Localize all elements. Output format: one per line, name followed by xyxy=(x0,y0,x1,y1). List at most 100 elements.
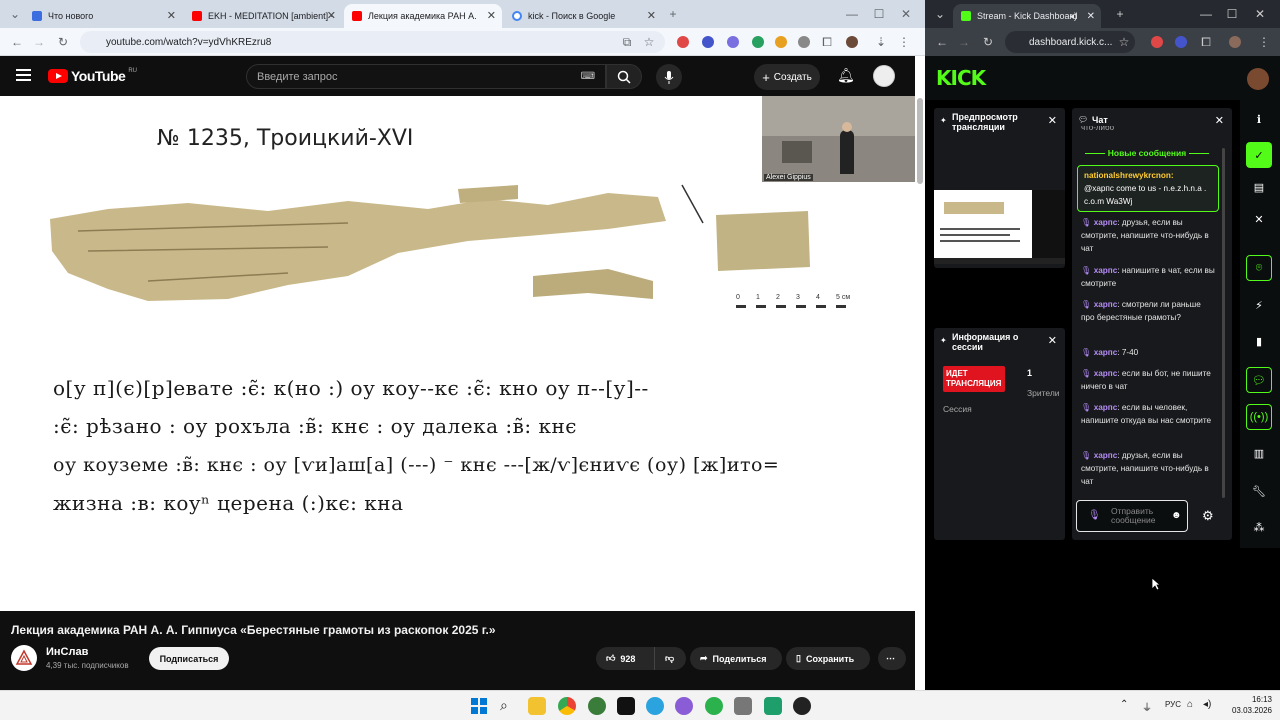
close-tab-icon[interactable]: ✕ xyxy=(327,9,336,22)
user-avatar[interactable] xyxy=(1247,68,1269,90)
bookmark-star-icon[interactable]: ☆ xyxy=(640,33,658,51)
lightning-icon[interactable]: ⚡︎ xyxy=(1246,292,1272,318)
chrome-menu-icon[interactable]: ⋮ xyxy=(895,33,913,51)
input-language[interactable]: РУС xyxy=(1165,700,1181,709)
layout-icon[interactable]: ▤ xyxy=(1246,174,1272,200)
hamburger-menu-icon[interactable] xyxy=(16,69,31,81)
chat-message[interactable]: 🎙︎ харпс: друзья, если вы смотрите, напи… xyxy=(1081,216,1216,255)
channel-name[interactable]: ИнСлав xyxy=(46,646,88,658)
back-icon[interactable]: ← xyxy=(8,33,26,51)
chat-message[interactable]: 🎙︎ харпс: если вы человек, напишите отку… xyxy=(1081,401,1216,427)
extension-icon[interactable] xyxy=(702,36,714,48)
chat-message-input[interactable]: 🎙︎ Отправить сообщение ☻ xyxy=(1076,500,1188,532)
chrome-icon[interactable] xyxy=(558,697,576,715)
back-icon[interactable]: ← xyxy=(933,33,951,51)
subscribe-button[interactable]: Подписаться xyxy=(149,647,229,670)
chat-username[interactable]: харпс xyxy=(1094,403,1118,412)
chat-username[interactable]: харпс xyxy=(1094,369,1118,378)
video-player[interactable]: № 1235, Троицкий-XVI 0 1 2 3 4 5 см о[у … xyxy=(0,96,915,611)
emoji-icon[interactable]: ☻ xyxy=(1171,510,1182,521)
document-icon[interactable]: ▮ xyxy=(1246,328,1272,354)
close-icon[interactable]: ✕ xyxy=(1246,206,1272,232)
chat-username[interactable]: nationalshrewykrcnon: xyxy=(1084,171,1174,180)
tab-whats-new[interactable]: Что нового ✕ xyxy=(24,4,182,28)
tab-lecture[interactable]: Лекция академика РАН А. ✕ xyxy=(344,4,502,28)
chat-message[interactable]: 🎙︎ харпс: смотрели ли раньше про берестя… xyxy=(1081,298,1216,324)
volume-icon[interactable]: ◂) xyxy=(1203,699,1211,710)
dislike-button[interactable]: 👎︎ xyxy=(654,647,686,670)
like-button[interactable]: 👍︎ 928 xyxy=(596,647,654,670)
telegram-icon[interactable] xyxy=(646,697,664,715)
more-actions-button[interactable]: ⋯ xyxy=(878,647,906,670)
chat-scrollbar[interactable] xyxy=(1222,148,1225,498)
close-panel-icon[interactable]: ✕ xyxy=(1215,114,1224,127)
close-window-icon[interactable]: ✕ xyxy=(1251,5,1269,23)
channel-avatar[interactable] xyxy=(11,645,37,671)
new-tab-icon[interactable]: + xyxy=(664,5,682,23)
reload-icon[interactable]: ↻ xyxy=(54,33,72,51)
account-avatar[interactable] xyxy=(873,65,895,87)
close-panel-icon[interactable]: ✕ xyxy=(1048,114,1057,127)
chat-message[interactable]: 🎙︎ харпс: напишите в чат, если вы смотри… xyxy=(1081,264,1216,290)
extensions-puzzle-icon[interactable]: ⧠ xyxy=(818,33,836,51)
stream-preview-thumbnail[interactable] xyxy=(934,190,1065,264)
extension-icon[interactable] xyxy=(727,36,739,48)
camera-focus-icon[interactable]: ⌾ xyxy=(1246,255,1272,281)
forward-icon[interactable]: → xyxy=(955,33,973,51)
kick-logo[interactable]: KICK xyxy=(936,66,986,90)
app-icon[interactable] xyxy=(705,697,723,715)
close-tab-icon[interactable]: ✕ xyxy=(167,9,176,22)
install-app-icon[interactable]: ⧉ xyxy=(618,33,636,51)
maximize-icon[interactable]: ☐ xyxy=(1223,5,1241,23)
chat-username[interactable]: харпс xyxy=(1094,218,1118,227)
close-window-icon[interactable]: ✕ xyxy=(897,5,915,23)
maximize-icon[interactable]: ☐ xyxy=(870,5,888,23)
youtube-logo[interactable]: YouTube RU xyxy=(48,68,137,84)
chat-username[interactable]: харпс xyxy=(1094,348,1118,357)
page-scrollbar[interactable] xyxy=(915,96,925,690)
keyboard-icon[interactable]: ⌨ xyxy=(581,71,595,82)
tab-kick-search[interactable]: kick - Поиск в Google ✕ xyxy=(504,4,662,28)
chat-username[interactable]: харпс xyxy=(1094,300,1118,309)
tab-kick-dashboard[interactable]: Stream - Kick Dashboard ◂) ✕ xyxy=(953,4,1101,28)
url-field[interactable]: youtube.com/watch?v=ydVhKREzru8 xyxy=(80,31,665,53)
chat-icon[interactable]: 💬︎ xyxy=(1246,367,1272,393)
broadcast-icon[interactable]: ((•)) xyxy=(1246,404,1272,430)
wrench-icon[interactable]: 🔧︎ xyxy=(1246,478,1272,504)
search-button[interactable] xyxy=(606,64,642,89)
network-icon[interactable]: ⌂ xyxy=(1187,699,1193,710)
chat-message[interactable]: 🎙︎ харпс: 7-40 xyxy=(1081,346,1216,359)
chat-message[interactable]: 🎙︎ харпс: друзья, если вы смотрите, напи… xyxy=(1081,449,1216,488)
chat-message[interactable]: 🎙︎ харпс: если вы бот, не пишите ничего … xyxy=(1081,367,1216,393)
chat-username[interactable]: харпс xyxy=(1094,451,1118,460)
close-tab-icon[interactable]: ✕ xyxy=(487,9,496,22)
profile-avatar[interactable] xyxy=(1229,36,1241,48)
tray-chevron-icon[interactable]: ⌃ xyxy=(1120,699,1128,710)
close-panel-icon[interactable]: ✕ xyxy=(1048,334,1057,347)
close-tab-icon[interactable]: ✕ xyxy=(1087,11,1095,22)
audio-playing-icon[interactable]: ◂) xyxy=(1069,11,1077,22)
check-icon[interactable]: ✓ xyxy=(1246,142,1272,168)
profile-avatar[interactable] xyxy=(846,36,858,48)
search-input[interactable]: Введите запрос ⌨ xyxy=(246,64,606,89)
file-explorer-icon[interactable] xyxy=(528,697,546,715)
create-button[interactable]: + Создать xyxy=(754,64,820,90)
chat-settings-gear-icon[interactable]: ⚙ xyxy=(1202,508,1214,524)
tab-search-icon[interactable]: ⌄ xyxy=(931,5,949,23)
chat-username[interactable]: харпс xyxy=(1094,266,1118,275)
app-icon[interactable] xyxy=(588,697,606,715)
minimize-icon[interactable]: — xyxy=(843,5,861,23)
extension-icon[interactable] xyxy=(752,36,764,48)
usb-icon[interactable]: ⏚ xyxy=(1142,699,1152,714)
search-icon[interactable]: ⌕ xyxy=(500,697,518,715)
app-icon[interactable] xyxy=(617,697,635,715)
extension-icon[interactable] xyxy=(1175,36,1187,48)
save-button[interactable]: ▯ Сохранить xyxy=(786,647,870,670)
download-icon[interactable]: ⇣ xyxy=(872,33,890,51)
highlighted-chat-message[interactable]: nationalshrewykrcnon: @харпс come to us … xyxy=(1077,165,1219,212)
tab-ekh-meditation[interactable]: EKH - MEDITATION [ambient] - ✕ xyxy=(184,4,342,28)
close-tab-icon[interactable]: ✕ xyxy=(647,9,656,22)
app-icon[interactable] xyxy=(734,697,752,715)
info-icon[interactable]: ℹ xyxy=(1246,106,1272,132)
share-button[interactable]: ➦ Поделиться xyxy=(690,647,782,670)
